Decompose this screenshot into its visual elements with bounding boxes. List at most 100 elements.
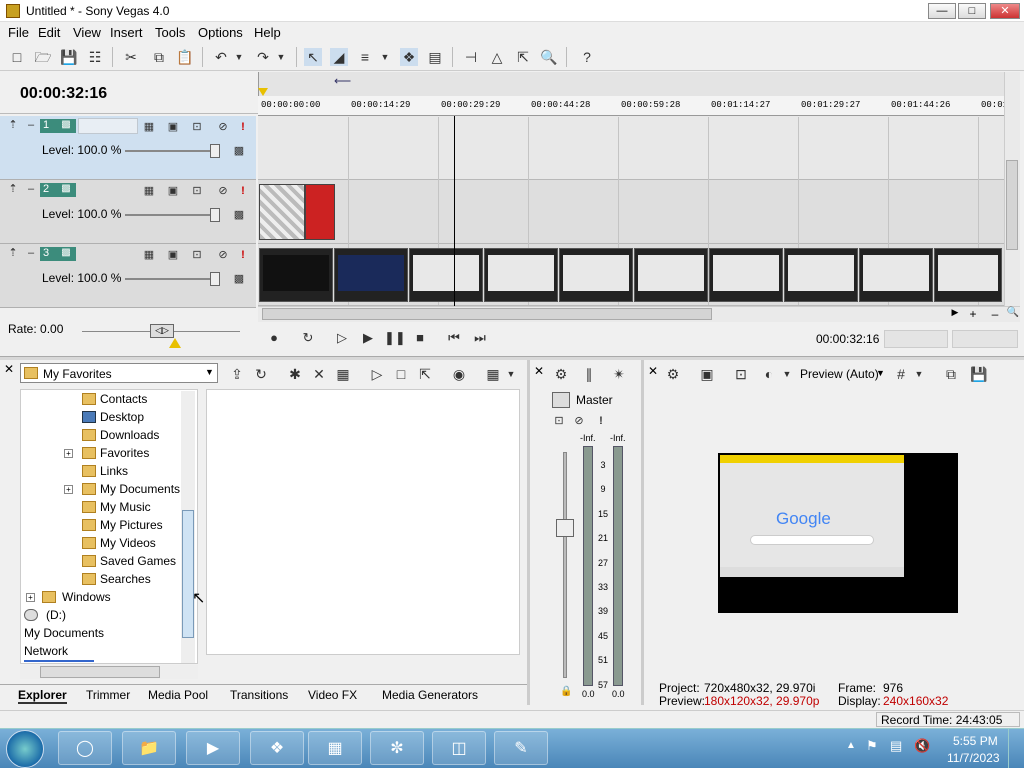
fx-icon[interactable]: ▦ bbox=[142, 120, 156, 134]
track-lane-1[interactable] bbox=[258, 116, 1004, 180]
network-icon[interactable]: ▤ bbox=[890, 738, 902, 754]
panel-splitter[interactable] bbox=[0, 356, 1024, 360]
minimize-track-icon[interactable]: – bbox=[24, 246, 38, 260]
zoom-tool-icon[interactable]: 🔍 bbox=[1006, 307, 1020, 321]
show-desktop-button[interactable] bbox=[1008, 729, 1024, 768]
tab-video-fx[interactable]: Video FX bbox=[308, 688, 357, 702]
composite-mode-icon[interactable]: ▣ bbox=[166, 248, 180, 262]
rate-slider-thumb[interactable]: ◁▷ bbox=[150, 324, 174, 338]
track-name-field[interactable] bbox=[78, 118, 138, 134]
composite-mode-icon[interactable]: ▣ bbox=[166, 184, 180, 198]
bus-solo-icon[interactable]: ! bbox=[594, 414, 608, 428]
minimize-track-icon[interactable]: – bbox=[24, 118, 38, 132]
ripple-dropdown-icon[interactable]: ▼ bbox=[380, 48, 390, 66]
new-icon[interactable]: □ bbox=[8, 48, 26, 66]
media-clip[interactable] bbox=[259, 248, 333, 302]
whats-this-help-icon[interactable]: ? bbox=[578, 48, 596, 66]
zoom-tool-icon[interactable]: 🔍 bbox=[540, 48, 558, 66]
tree-item-my-pictures[interactable]: My Pictures bbox=[100, 518, 163, 532]
track-level-slider[interactable] bbox=[125, 150, 220, 152]
preview-properties-icon[interactable]: ⚙ bbox=[664, 365, 682, 383]
winrar-taskbar-icon[interactable]: ▦ bbox=[308, 731, 362, 765]
tree-item-windows[interactable]: Windows bbox=[62, 590, 111, 604]
master-bus-icon[interactable] bbox=[552, 392, 570, 408]
lock-icon[interactable]: 🔒 bbox=[560, 686, 572, 697]
master-fader-thumb[interactable] bbox=[556, 519, 574, 537]
menu-insert[interactable]: Insert bbox=[110, 25, 143, 40]
menu-view[interactable]: View bbox=[73, 25, 101, 40]
envelope-tool-icon[interactable]: ◢ bbox=[330, 48, 348, 66]
go-to-end-icon[interactable]: ⏭ bbox=[470, 328, 490, 348]
split-screen-icon[interactable]: ◐ bbox=[760, 365, 778, 383]
motion-icon[interactable]: ⊡ bbox=[190, 120, 204, 134]
ignore-grouping-icon[interactable]: ▤ bbox=[426, 48, 444, 66]
pause-icon[interactable]: ❚❚ bbox=[384, 328, 406, 348]
timeline-horizontal-scroll-thumb[interactable] bbox=[262, 308, 712, 320]
open-icon[interactable]: 🗁 bbox=[34, 48, 52, 66]
media-clip[interactable] bbox=[305, 184, 335, 240]
menu-edit[interactable]: Edit bbox=[38, 25, 60, 40]
copy-snapshot-icon[interactable]: ⧉ bbox=[942, 365, 960, 383]
motion-icon[interactable]: ⊡ bbox=[190, 184, 204, 198]
media-clip[interactable] bbox=[934, 248, 1002, 302]
loop-start-marker-icon[interactable] bbox=[258, 88, 268, 96]
solo-icon[interactable]: ! bbox=[236, 184, 250, 198]
tab-trimmer[interactable]: Trimmer bbox=[86, 688, 130, 702]
media-clip[interactable] bbox=[784, 248, 858, 302]
lock-envelopes-icon[interactable]: ❖ bbox=[400, 48, 418, 66]
expand-track-icon[interactable]: ⇡ bbox=[6, 182, 20, 196]
master-fader-track[interactable] bbox=[563, 452, 567, 678]
video-fx-icon[interactable]: ⊡ bbox=[732, 365, 750, 383]
close-preview-icon[interactable]: ✕ bbox=[648, 364, 658, 378]
quality-chevron-icon[interactable]: ▼ bbox=[876, 368, 885, 378]
track-header-3[interactable]: ⇡ – 3 ▩ ▦ ▣ ⊡ ⊘ ! Level: 100.0 % ▩ bbox=[0, 244, 256, 308]
vegas-taskbar-icon[interactable]: ✼ bbox=[370, 731, 424, 765]
volume-muted-icon[interactable]: 🔇 bbox=[914, 738, 930, 754]
redo-dropdown-icon[interactable]: ▼ bbox=[276, 48, 286, 66]
media-clip[interactable] bbox=[334, 248, 408, 302]
show-hidden-icons[interactable]: ▲ bbox=[846, 740, 856, 751]
expand-track-icon[interactable]: ⇡ bbox=[6, 246, 20, 260]
media-clip[interactable] bbox=[634, 248, 708, 302]
track-properties-icon[interactable]: ▩ bbox=[232, 208, 246, 222]
track-level-slider[interactable] bbox=[125, 278, 220, 280]
copy-icon[interactable]: ⧉ bbox=[150, 48, 168, 66]
auto-preview-icon[interactable]: ⇱ bbox=[416, 365, 434, 383]
record-icon[interactable]: ● bbox=[264, 328, 284, 348]
auto-crossfade-icon[interactable]: △ bbox=[488, 48, 506, 66]
loop-playback-icon[interactable]: ↻ bbox=[298, 328, 318, 348]
file-list[interactable] bbox=[206, 389, 520, 655]
menu-options[interactable]: Options bbox=[198, 25, 243, 40]
media-player-taskbar-icon[interactable]: ▶ bbox=[186, 731, 240, 765]
normal-edit-tool-icon[interactable]: ↖ bbox=[304, 48, 322, 66]
action-center-flag-icon[interactable]: ⚑ bbox=[866, 738, 878, 754]
composite-mode-icon[interactable]: ▣ bbox=[166, 120, 180, 134]
up-folder-icon[interactable]: ⇪ bbox=[228, 365, 246, 383]
play-from-start-icon[interactable]: ▷ bbox=[332, 328, 352, 348]
overlays-dropdown-icon[interactable]: ▼ bbox=[914, 365, 924, 383]
media-clip[interactable] bbox=[484, 248, 558, 302]
zoom-in-icon[interactable]: + bbox=[966, 307, 980, 321]
splitter[interactable] bbox=[641, 360, 644, 705]
enable-snapping-icon[interactable]: ⊣ bbox=[462, 48, 480, 66]
properties-icon[interactable]: ☷ bbox=[86, 48, 104, 66]
fx-icon[interactable]: ▦ bbox=[142, 184, 156, 198]
cut-icon[interactable]: ✂ bbox=[122, 48, 140, 66]
expand-icon[interactable]: + bbox=[26, 593, 35, 602]
redo-icon[interactable]: ↷ bbox=[254, 48, 272, 66]
media-clip[interactable] bbox=[709, 248, 783, 302]
solo-icon[interactable]: ! bbox=[236, 120, 250, 134]
media-clip[interactable] bbox=[859, 248, 933, 302]
track-properties-icon[interactable]: ▩ bbox=[232, 272, 246, 286]
track-level-thumb[interactable] bbox=[210, 272, 220, 286]
track-level-slider[interactable] bbox=[125, 214, 220, 216]
tree-item-network[interactable]: Network bbox=[24, 644, 68, 658]
tree-item-my-documents[interactable]: My Documents bbox=[100, 482, 180, 496]
search-icon[interactable]: ◉ bbox=[450, 365, 468, 383]
scroll-right-icon[interactable]: ▶ bbox=[948, 307, 962, 321]
bus-mute-icon[interactable]: ⊘ bbox=[572, 414, 586, 428]
playhead-cursor[interactable] bbox=[454, 116, 455, 306]
insert-bus-icon[interactable]: ∥ bbox=[580, 365, 598, 383]
save-icon[interactable]: 💾 bbox=[60, 48, 78, 66]
expand-track-icon[interactable]: ⇡ bbox=[6, 118, 20, 132]
